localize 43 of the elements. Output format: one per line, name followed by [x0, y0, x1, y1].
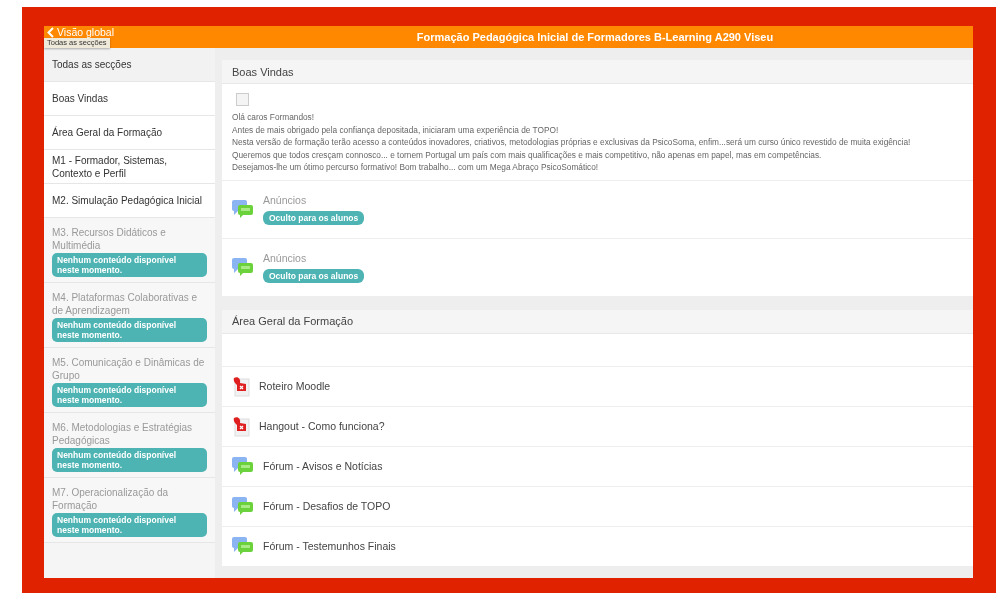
section-label: Área Geral da Formação — [52, 126, 164, 139]
activity-link[interactable]: Hangout - Como funciona? — [259, 420, 385, 432]
section-label: M5. Comunicação e Dinâmicas de Grupo — [52, 356, 206, 382]
message-line: Nesta versão de formação terão acesso a conteúdos inovadores, criativos, metodologias próprias e exclusivas da PsicoSoma, enfim...será um curso único revestido de muita exigência! — [232, 136, 912, 149]
section-label: M1 - Formador, Sistemas, Contexto e Perfil — [52, 153, 169, 180]
chat-bubbles-icon — [232, 199, 254, 219]
hidden-badge: Oculto para os alunos — [263, 210, 365, 225]
no-content-badge: Nenhum conteúdo disponível neste momento. — [52, 318, 207, 342]
no-content-badge: Nenhum conteúdo disponível neste momento. — [52, 383, 207, 407]
message-line: Olá caros Formandos! — [232, 111, 316, 124]
chat-bubbles-icon — [232, 257, 254, 277]
activity-link[interactable]: Fórum - Desafios de TOPO — [263, 500, 391, 512]
sidebar-item[interactable]: M1 - Formador, Sistemas, Contexto e Perfil — [44, 150, 215, 184]
section-title: Boas Vindas — [222, 60, 973, 84]
sidebar-item[interactable]: M2. Simulação Pedagógica Inicial — [44, 184, 215, 218]
course-title: Formação Pedagógica Inicial de Formadores B-Learning A290 Viseu — [415, 31, 775, 43]
section-label: M3. Recursos Didáticos e Multimédia — [52, 226, 167, 252]
section-label: M7. Operacionalização da Formação — [52, 486, 170, 512]
chat-bubbles-icon — [232, 456, 254, 476]
broken-image-icon — [236, 93, 249, 106]
message-line: Desejamos-lhe um ótimo percurso formativo! Bom trabalho... com um Mega Abraço PsicoSomático! — [232, 161, 600, 174]
activity-link[interactable]: Roteiro Moodle — [259, 380, 331, 392]
no-content-badge: Nenhum conteúdo disponível neste momento. — [52, 253, 207, 277]
message-line: Antes de mais obrigado pela confiança depositada, iniciaram uma experiência de TOPO! — [232, 123, 560, 136]
section-label: M6. Metodologias e Estratégias Pedagógicas — [52, 421, 194, 447]
chat-bubbles-icon — [232, 536, 254, 556]
section-label: M2. Simulação Pedagógica Inicial — [52, 194, 204, 207]
hidden-badge: Oculto para os alunos — [263, 268, 365, 283]
section-title: Área Geral da Formação — [222, 309, 973, 334]
section-label: Boas Vindas — [52, 92, 109, 105]
chevron-left-icon — [47, 27, 54, 38]
pdf-icon — [232, 375, 250, 397]
section-label: Todas as secções — [52, 58, 133, 71]
sidebar-item[interactable]: Área Geral da Formação — [44, 116, 215, 150]
no-content-badge: Nenhum conteúdo disponível neste momento. — [52, 513, 207, 537]
activity-link[interactable]: Fórum - Testemunhos Finais — [263, 540, 396, 552]
chat-bubbles-icon — [232, 496, 254, 516]
sidebar-item[interactable]: Boas Vindas — [44, 82, 215, 116]
activity-link[interactable]: Fórum - Avisos e Notícias — [263, 460, 383, 472]
message-line: Queremos que todos cresçam connosco... e tornem Portugal um país com mais qualificações e mais competitivo, não apenas em papel, mas em competências. — [232, 148, 823, 161]
section-label: M4. Plataformas Colaborativas e de Aprendizagem — [52, 291, 199, 317]
no-content-badge: Nenhum conteúdo disponível neste momento. — [52, 448, 207, 472]
pdf-icon — [232, 415, 250, 437]
